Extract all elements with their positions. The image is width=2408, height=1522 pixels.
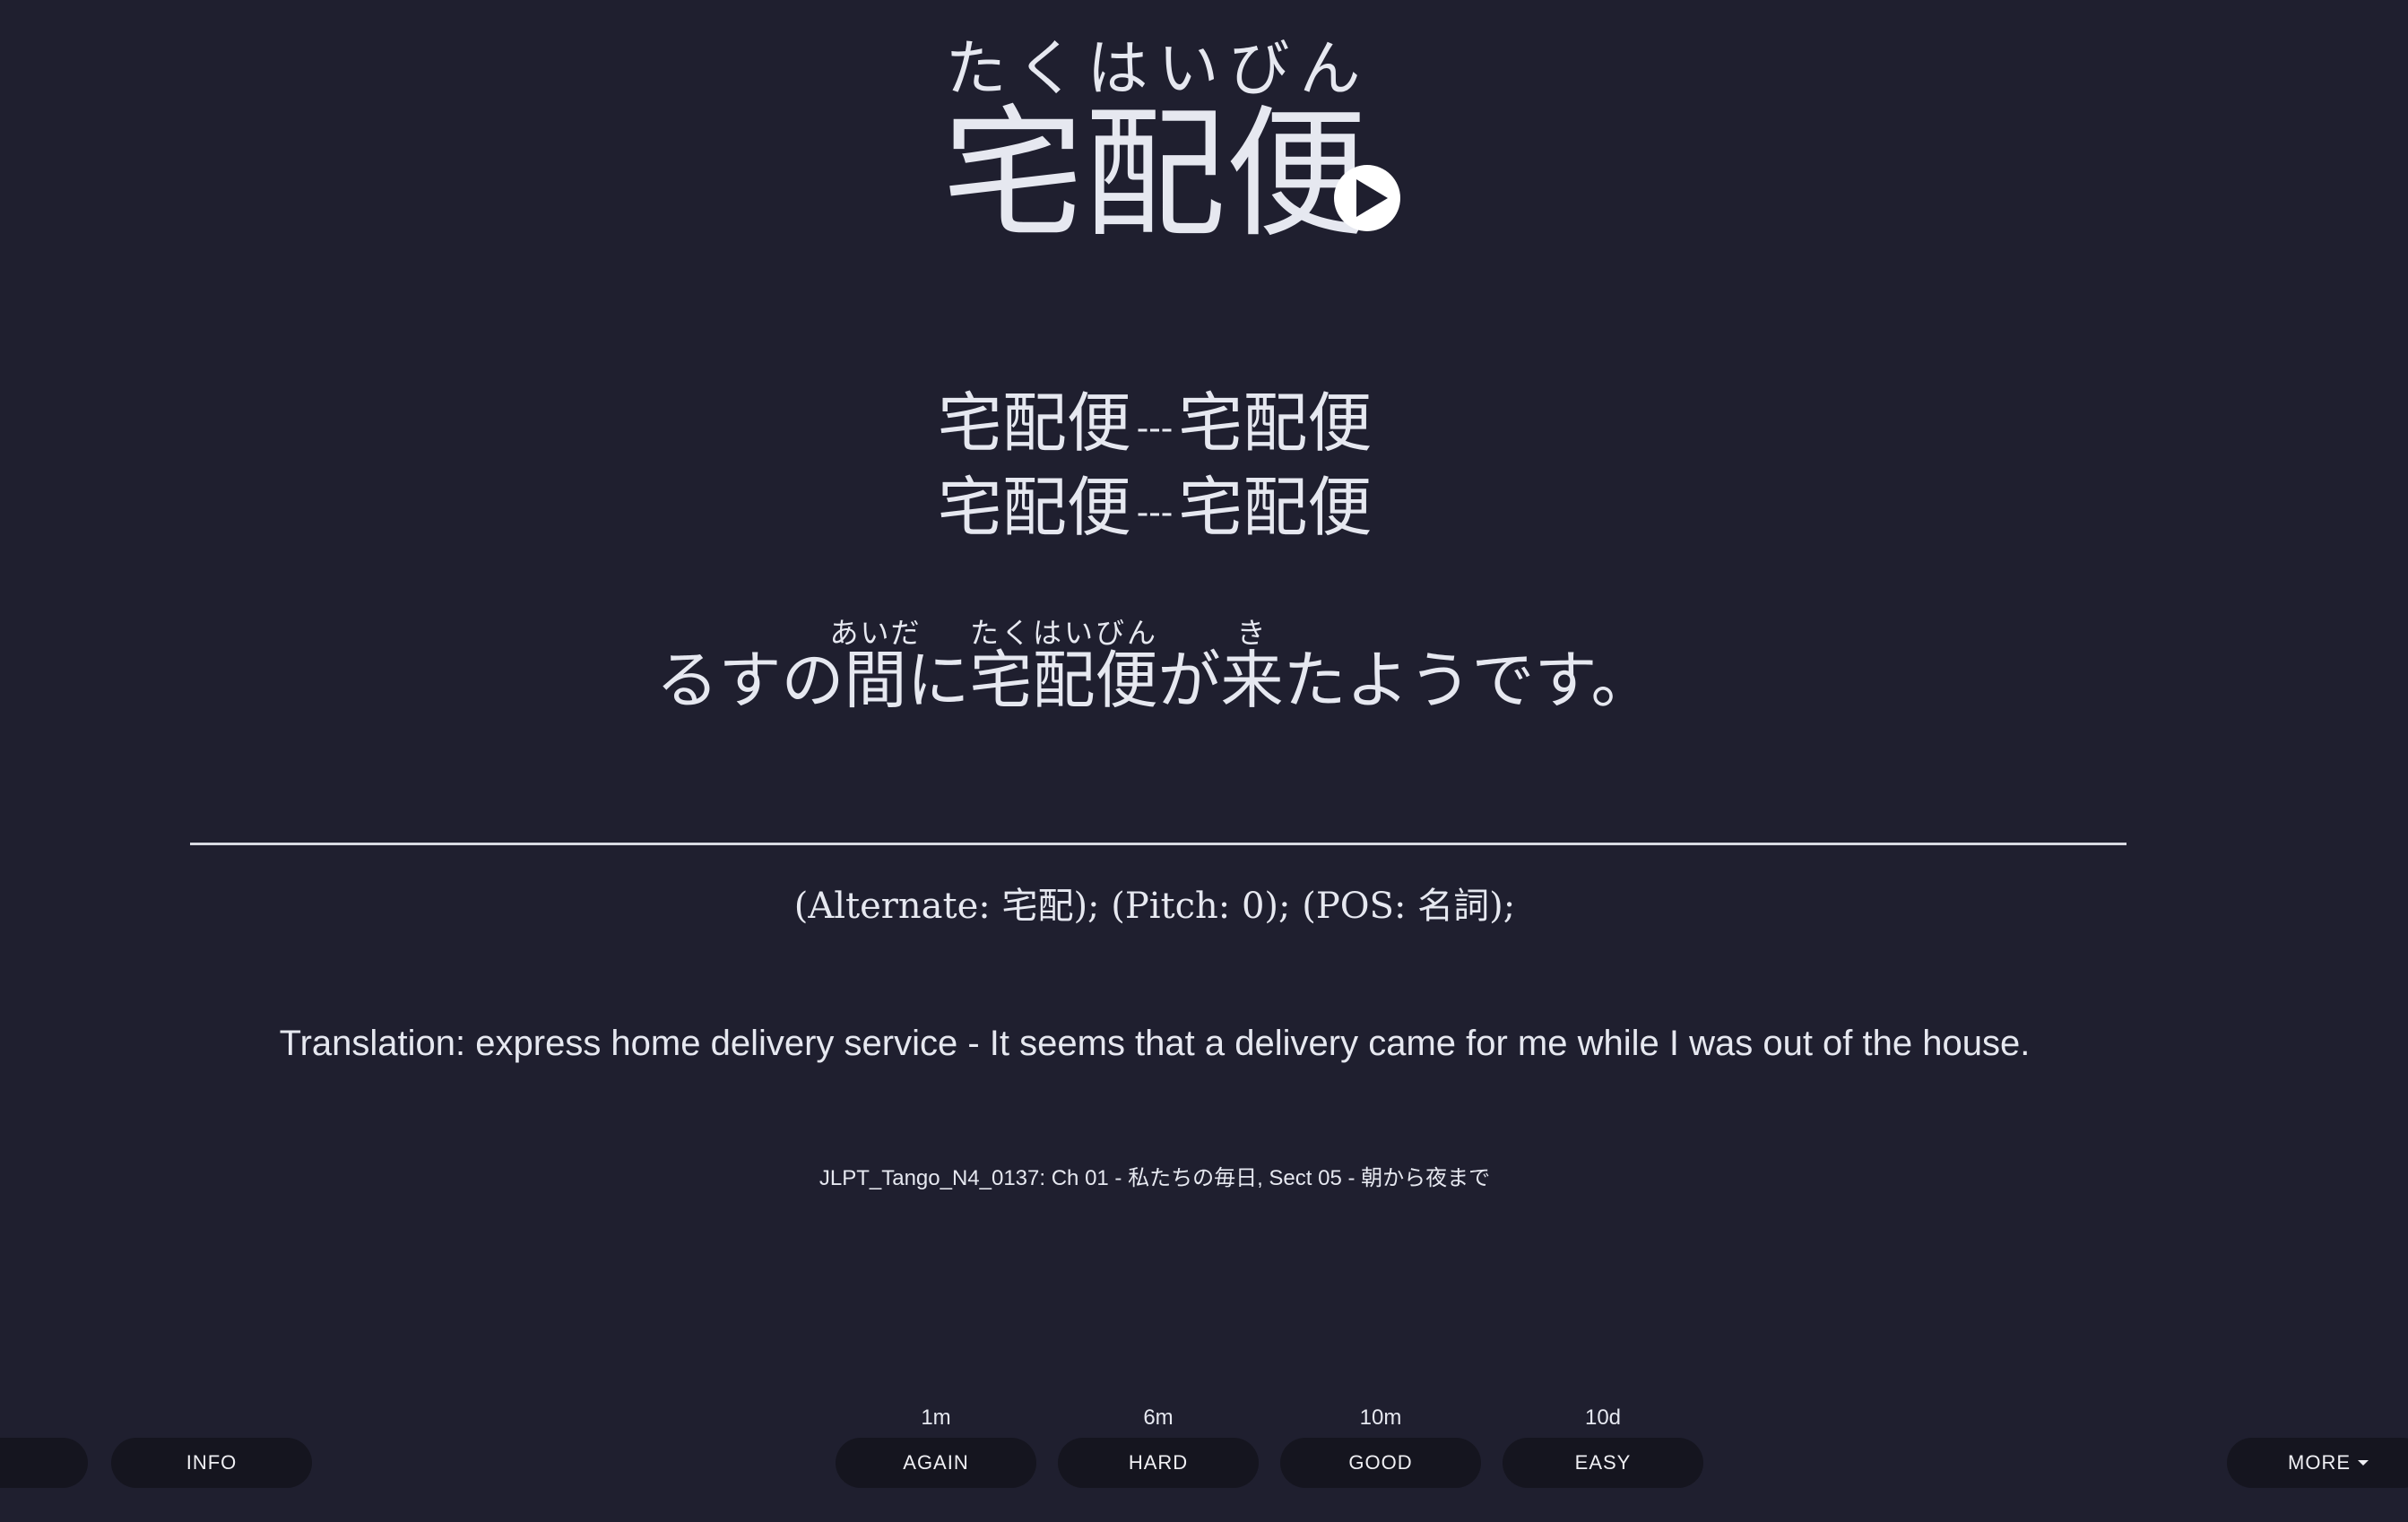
sentence-text: に — [906, 644, 970, 717]
sentence-word: 来 — [1220, 644, 1284, 717]
sentence-furigana: き — [1220, 616, 1284, 650]
easy-button-label: EASY — [1574, 1451, 1632, 1474]
play-icon — [1356, 179, 1388, 217]
example-sentence: るすの間あいだに宅配便たくはいびんが来きたようです。 — [0, 616, 2309, 717]
again-interval: 1m — [921, 1405, 951, 1430]
hard-interval: 6m — [1143, 1405, 1174, 1430]
good-interval: 10m — [1359, 1405, 1402, 1430]
variant-row: 宅配便 ---宅配便 — [0, 384, 2309, 468]
translation-text: Translation: express home delivery servi… — [279, 1024, 2031, 1063]
variant-left: 宅配便 — [937, 385, 1131, 461]
sentence-ruby-word: 宅配便たくはいびん — [969, 616, 1158, 717]
more-button[interactable]: MORE — [2227, 1438, 2408, 1488]
answer-divider — [190, 843, 2126, 845]
headword-reading: たくはいびん — [942, 34, 1367, 105]
headword-block: 宅配便たくはいびん — [0, 34, 2309, 246]
edit-button[interactable]: T — [0, 1438, 88, 1488]
hard-button[interactable]: HARD — [1058, 1438, 1259, 1488]
info-button-label: INFO — [186, 1451, 238, 1474]
caret-down-icon — [2358, 1460, 2369, 1466]
variant-row: 宅配便 ---宅配便 — [0, 468, 2309, 552]
again-button[interactable]: AGAIN — [836, 1438, 1036, 1488]
source-line: JLPT_Tango_N4_0137: Ch 01 - 私たちの毎日, Sect… — [819, 1166, 1491, 1190]
hard-button-label: HARD — [1128, 1451, 1189, 1474]
good-button[interactable]: GOOD — [1280, 1438, 1481, 1488]
sentence-text: たようです。 — [1283, 644, 1654, 717]
variant-separator: --- — [1136, 492, 1174, 533]
play-audio-button[interactable] — [1334, 165, 1400, 231]
variant-separator: --- — [1136, 408, 1174, 449]
sentence-furigana: あいだ — [829, 616, 922, 650]
variant-pairs: 宅配便 ---宅配便 宅配便 ---宅配便 — [0, 384, 2309, 552]
meta-line: (Alternate: 宅配); (Pitch: 0); (POS: 名詞); — [793, 886, 1516, 927]
info-button[interactable]: INFO — [111, 1438, 312, 1488]
sentence-word: 宅配便 — [969, 644, 1158, 717]
variant-right: 宅配便 — [1178, 385, 1373, 461]
sentence-text: るすの — [655, 644, 845, 717]
variant-left: 宅配便 — [937, 470, 1131, 545]
sentence-furigana: たくはいびん — [969, 616, 1158, 650]
easy-interval: 10d — [1584, 1405, 1622, 1430]
variant-right: 宅配便 — [1178, 470, 1373, 545]
headword-kanji: 宅配便 — [942, 92, 1367, 257]
headword: 宅配便たくはいびん — [942, 34, 1367, 257]
good-button-label: GOOD — [1348, 1451, 1413, 1474]
easy-button[interactable]: EASY — [1503, 1438, 1703, 1488]
sentence-ruby-word: 間あいだ — [829, 616, 921, 717]
sentence-text: が — [1157, 644, 1221, 717]
card-content: 宅配便たくはいびん 宅配便 ---宅配便 宅配便 ---宅配便 るすの間あいだに宅配… — [0, 0, 2408, 1380]
again-button-label: AGAIN — [903, 1451, 969, 1474]
sentence-ruby-word: 来き — [1220, 616, 1284, 717]
more-button-label: MORE — [2288, 1451, 2351, 1474]
